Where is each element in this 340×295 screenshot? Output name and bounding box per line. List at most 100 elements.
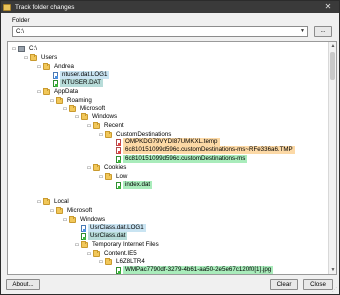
- collapse-toggle-icon[interactable]: ▭: [62, 217, 68, 223]
- collapse-toggle-icon[interactable]: ▭: [86, 123, 92, 129]
- tree-item-label[interactable]: Local: [52, 198, 71, 206]
- tree-row[interactable]: ▭ Roaming: [49, 97, 94, 105]
- collapse-toggle-icon[interactable]: ▭: [23, 55, 29, 61]
- tree-item-label[interactable]: Recent: [102, 122, 126, 130]
- tree-row[interactable]: 6c810151099d596c.customDestinations-ms~R…: [109, 146, 295, 154]
- vertical-scrollbar[interactable]: ▲ ▼: [328, 42, 336, 274]
- window-title: Track folder changes: [15, 3, 75, 11]
- folder-tree[interactable]: ▭ C:\ ▭ Users ▭ Andrea ntuser.dat.LOG1 NTUSER.D…: [7, 41, 337, 275]
- collapse-toggle-icon[interactable]: ▭: [49, 208, 55, 214]
- tree-item-label[interactable]: OMPKDG79VYDI87UMKXL.temp: [123, 138, 220, 146]
- collapse-toggle-icon[interactable]: ▭: [49, 98, 55, 104]
- tree-item-label[interactable]: AppData: [52, 88, 80, 96]
- tree-item-label[interactable]: Users: [39, 54, 59, 62]
- tree-row[interactable]: UsrClass.dat: [74, 232, 128, 240]
- about-button[interactable]: About...: [6, 279, 40, 290]
- collapse-toggle-icon[interactable]: ▭: [98, 174, 104, 180]
- close-window-icon[interactable]: ✕: [319, 2, 337, 12]
- collapse-toggle-icon[interactable]: ▭: [11, 46, 17, 52]
- tree-row[interactable]: ▭ Local: [36, 198, 71, 206]
- drive-icon: [18, 46, 25, 52]
- tree-item-label[interactable]: C:\: [27, 45, 39, 53]
- tree-item-label[interactable]: L6Z8LTR4: [114, 258, 147, 266]
- tree-item-label[interactable]: UsrClass.dat: [88, 232, 128, 240]
- tree-item-label[interactable]: Temporary Internet Files: [90, 241, 161, 249]
- collapse-toggle-icon[interactable]: ▭: [36, 199, 42, 205]
- close-button[interactable]: Close: [303, 279, 333, 290]
- scrollbar-thumb[interactable]: [330, 52, 335, 80]
- tree-row[interactable]: ▭ Microsoft: [49, 207, 94, 215]
- app-folder-icon: [3, 3, 11, 11]
- folder-icon: [93, 164, 100, 171]
- collapse-toggle-icon[interactable]: ▭: [98, 259, 104, 265]
- tree-item-label[interactable]: Roaming: [65, 97, 94, 105]
- tree-row[interactable]: ▭ Cookies: [86, 164, 128, 172]
- file-green-icon: [53, 79, 58, 87]
- chevron-down-icon[interactable]: ▼: [298, 27, 307, 36]
- tree-row[interactable]: 6c810151099d596c.customDestinations-ms: [109, 155, 248, 163]
- folder-icon: [105, 173, 112, 180]
- tree-item-label[interactable]: Content.IE5: [102, 250, 139, 258]
- tree-item-label[interactable]: Low: [114, 173, 129, 181]
- tree-row[interactable]: ▭ Content.IE5: [86, 250, 139, 258]
- tree-item-label[interactable]: NTUSER.DAT: [60, 79, 104, 87]
- tree-row[interactable]: ▭ Temporary Internet Files: [74, 241, 161, 249]
- tree-row[interactable]: ▭ Users: [23, 54, 59, 62]
- tree-row[interactable]: ▭ C:\: [11, 45, 39, 53]
- track-folder-changes-window: Track folder changes ✕ Folder C:\ ▼ ... …: [0, 0, 340, 295]
- tree-item-label[interactable]: 6c810151099d596c.customDestinations-ms: [123, 155, 248, 163]
- file-green-icon: [116, 181, 121, 189]
- file-blue-icon: [53, 71, 58, 79]
- tree-row[interactable]: ntuser.dat.LOG1: [46, 71, 110, 79]
- folder-path-combobox[interactable]: C:\: [12, 26, 308, 37]
- tree-row[interactable]: OMPKDG79VYDI87UMKXL.temp: [109, 138, 220, 146]
- tree-item-label[interactable]: 6c810151099d596c.customDestinations-ms~R…: [123, 146, 295, 154]
- collapse-toggle-icon[interactable]: ▭: [36, 64, 42, 70]
- tree-item-label[interactable]: WMPac7790df-3279-4b61-aa50-2e5e67c120f0[…: [123, 266, 274, 274]
- title-bar[interactable]: Track folder changes ✕: [1, 1, 339, 13]
- tree-row[interactable]: index.dat: [109, 181, 153, 189]
- tree-item-label[interactable]: Microsoft: [78, 105, 107, 113]
- resize-grip-icon[interactable]: ⋰: [332, 287, 338, 293]
- clear-button[interactable]: Clear: [270, 279, 298, 290]
- tree-row[interactable]: UsrClass.dat.LOG1: [74, 224, 146, 232]
- collapse-toggle-icon[interactable]: ▭: [74, 242, 80, 248]
- tree-item-label[interactable]: Windows: [78, 216, 107, 224]
- tree-row[interactable]: ▭ Low: [98, 173, 129, 181]
- tree-row[interactable]: ▭ Windows: [74, 113, 119, 121]
- folder-icon: [93, 250, 100, 257]
- tree-row[interactable]: NTUSER.DAT: [46, 79, 104, 87]
- browse-button[interactable]: ...: [314, 26, 332, 37]
- tree-item-label[interactable]: Windows: [90, 113, 119, 121]
- tree-row[interactable]: ▭ L6Z8LTR4: [98, 258, 147, 266]
- collapse-toggle-icon[interactable]: ▭: [36, 89, 42, 95]
- collapse-toggle-icon[interactable]: ▭: [98, 132, 104, 138]
- folder-icon: [69, 216, 76, 223]
- collapse-toggle-icon[interactable]: ▭: [86, 251, 92, 257]
- scroll-up-icon[interactable]: ▲: [329, 42, 336, 50]
- folder-icon: [43, 198, 50, 205]
- tree-item-label[interactable]: ntuser.dat.LOG1: [60, 71, 110, 79]
- tree-item-label[interactable]: Cookies: [102, 164, 128, 172]
- tree-item-label[interactable]: Microsoft: [65, 207, 94, 215]
- tree-row[interactable]: ▭ AppData: [36, 88, 80, 96]
- collapse-toggle-icon[interactable]: ▭: [86, 165, 92, 171]
- tree-row[interactable]: ▭ Andrea: [36, 63, 76, 71]
- tree-row[interactable]: ▭ Microsoft: [62, 105, 107, 113]
- tree-row[interactable]: ▭ Recent: [86, 122, 126, 130]
- scroll-down-icon[interactable]: ▼: [329, 266, 336, 274]
- collapse-toggle-icon[interactable]: ▭: [74, 114, 80, 120]
- tree-item-label[interactable]: index.dat: [123, 181, 153, 189]
- tree-row[interactable]: WMPac7790df-3279-4b61-aa50-2e5e67c120f0[…: [109, 266, 274, 274]
- tree-item-label[interactable]: Andrea: [52, 63, 76, 71]
- tree-row[interactable]: ▭ Windows: [62, 216, 107, 224]
- tree-item-label[interactable]: UsrClass.dat.LOG1: [88, 224, 146, 232]
- collapse-toggle-icon[interactable]: ▭: [62, 106, 68, 112]
- folder-label: Folder: [12, 17, 30, 24]
